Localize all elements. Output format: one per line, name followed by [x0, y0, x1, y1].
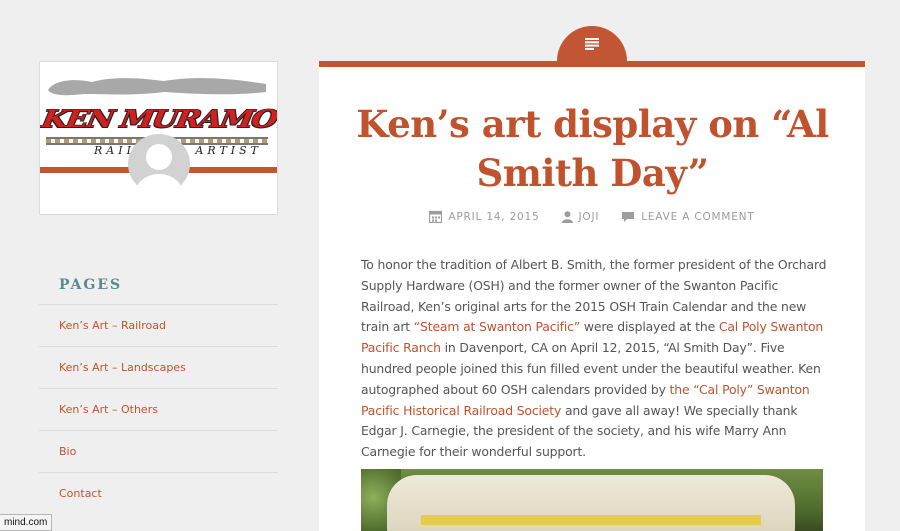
post-format-tab[interactable]	[557, 26, 627, 62]
calendar-icon	[429, 210, 443, 223]
pages-list-item: Ken’s Art – Others	[39, 388, 278, 430]
post-date-text: APRIL 14, 2015	[448, 210, 540, 223]
site-logo[interactable]: KEN MURAMOTO RAILROAD ARTIST	[39, 61, 278, 215]
post-link-steam-art[interactable]: “Steam at Swanton Pacific”	[414, 319, 580, 334]
lines-icon	[585, 38, 599, 50]
smoke-graphic	[48, 78, 266, 96]
leave-comment-link[interactable]: LEAVE A COMMENT	[621, 211, 754, 223]
post-author-text: JOJI	[578, 210, 600, 223]
page-link-others[interactable]: Ken’s Art – Others	[59, 403, 158, 416]
comment-icon	[622, 211, 635, 222]
page-link-landscapes[interactable]: Ken’s Art – Landscapes	[59, 361, 186, 374]
avatar-body-shape	[135, 174, 183, 194]
photo-trim-shape	[421, 515, 761, 525]
leave-comment-text: LEAVE A COMMENT	[641, 210, 755, 223]
post-image[interactable]	[361, 469, 823, 531]
page-link-railroad[interactable]: Ken’s Art – Railroad	[59, 319, 166, 332]
avatar[interactable]	[128, 134, 190, 194]
post-text-segment: were displayed at the	[580, 319, 719, 335]
user-icon	[561, 210, 573, 223]
post-author[interactable]: JOJI	[561, 210, 600, 223]
pages-nav: Ken’s Art – Railroad Ken’s Art – Landsca…	[39, 304, 278, 514]
pages-list-item: Ken’s Art – Landscapes	[39, 346, 278, 388]
post-content: To honor the tradition of Albert B. Smit…	[361, 255, 831, 463]
status-bar-url: mind.com	[0, 514, 53, 531]
post-meta: APRIL 14, 2015 JOJI LEAVE A COMMENT	[319, 210, 865, 223]
page-link-bio[interactable]: Bio	[59, 445, 76, 458]
pages-heading: PAGES	[59, 277, 123, 293]
pages-list-item: Contact	[39, 472, 278, 514]
post-date[interactable]: APRIL 14, 2015	[429, 210, 539, 223]
post-title[interactable]: Ken’s art display on “Al Smith Day”	[345, 100, 840, 198]
logo-brand-text: KEN MURAMOTO	[39, 105, 278, 134]
page-link-contact[interactable]: Contact	[59, 487, 102, 500]
avatar-head-shape	[146, 144, 172, 170]
pages-list-item: Ken’s Art – Railroad	[39, 304, 278, 346]
pages-list-item: Bio	[39, 430, 278, 472]
